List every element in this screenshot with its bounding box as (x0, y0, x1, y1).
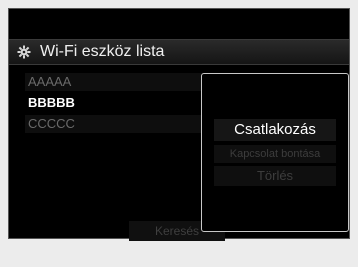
connect-button[interactable]: Csatlakozás (214, 119, 336, 141)
list-item-ccccc[interactable]: CCCCC (25, 115, 205, 133)
device-frame: Wi-Fi eszköz lista AAAAA BBBBB CCCCC Ker… (0, 0, 358, 267)
display-screen: Wi-Fi eszköz lista AAAAA BBBBB CCCCC Ker… (8, 8, 350, 241)
page-title: Wi-Fi eszköz lista (40, 43, 165, 60)
disconnect-button[interactable]: Kapcsolat bontása (214, 145, 336, 163)
action-popup: Csatlakozás Kapcsolat bontása Törlés (201, 73, 349, 232)
list-item-bbbbb[interactable]: BBBBB (25, 94, 205, 112)
title-bar: Wi-Fi eszköz lista (9, 39, 349, 65)
wifi-settings-icon (17, 45, 31, 59)
list-item-aaaaa[interactable]: AAAAA (25, 73, 205, 91)
delete-button[interactable]: Törlés (214, 166, 336, 186)
